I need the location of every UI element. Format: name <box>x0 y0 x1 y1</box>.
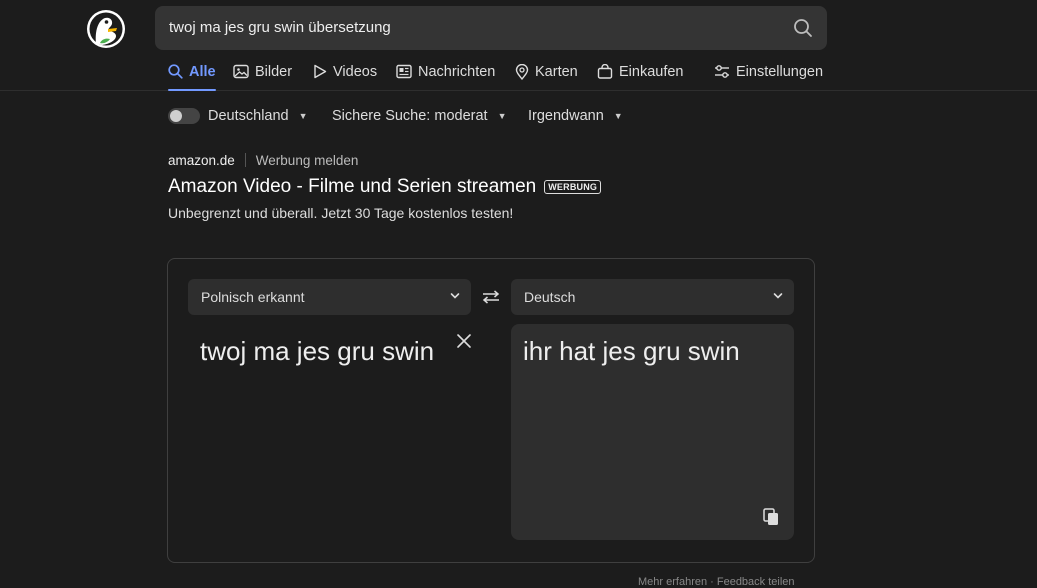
tab-label: Einkaufen <box>619 64 684 80</box>
image-icon <box>233 64 249 79</box>
target-language-select[interactable]: Deutsch <box>511 279 794 315</box>
search-box <box>155 6 827 50</box>
tab-label: Videos <box>333 64 378 80</box>
tab-videos[interactable]: Videos <box>313 56 377 91</box>
duck-logo-icon <box>87 10 125 48</box>
time-filter[interactable]: Irgendwann ▼ <box>528 104 623 128</box>
ad-source[interactable]: amazon.de <box>168 153 235 168</box>
divider <box>244 153 246 167</box>
map-pin-icon <box>515 64 529 80</box>
ad-description: Unbegrenzt und überall. Jetzt 30 Tage ko… <box>168 205 514 221</box>
safe-search-filter[interactable]: Sichere Suche: moderat ▼ <box>332 104 506 128</box>
region-toggle[interactable] <box>168 108 200 124</box>
search-input[interactable] <box>167 6 767 50</box>
close-icon[interactable] <box>456 333 472 349</box>
translation-output-text: ihr hat jes gru swin <box>523 336 740 366</box>
ad-source-row: amazon.de Werbung melden <box>168 150 808 170</box>
tab-label: Nachrichten <box>418 64 496 80</box>
ad-badge: WERBUNG <box>544 180 602 194</box>
source-language-label: Polnisch erkannt <box>201 289 305 305</box>
tab-label: Karten <box>535 64 578 80</box>
tab-images[interactable]: Bilder <box>233 56 292 91</box>
source-text-input[interactable]: twoj ma jes gru swin <box>200 335 440 367</box>
region-filter[interactable]: Deutschland ▼ <box>168 104 308 128</box>
caret-down-icon: ▼ <box>497 111 507 121</box>
tab-label: Alle <box>189 64 216 80</box>
caret-down-icon: ▼ <box>298 111 308 121</box>
source-language-select[interactable]: Polnisch erkannt <box>188 279 471 315</box>
header: Alle Bilder Videos Nachrichte <box>0 0 1037 91</box>
chevron-down-icon <box>773 293 783 299</box>
duckduckgo-logo[interactable] <box>86 9 126 49</box>
time-label: Irgendwann <box>528 108 604 124</box>
tab-settings[interactable]: Einstellungen <box>714 56 823 91</box>
chevron-down-icon <box>450 293 460 299</box>
tab-label: Einstellungen <box>736 64 824 80</box>
caret-down-icon: ▼ <box>613 111 623 121</box>
tab-news[interactable]: Nachrichten <box>396 56 495 91</box>
shopping-bag-icon <box>597 64 613 79</box>
search-tabs: Alle Bilder Videos Nachrichten Karten Ei… <box>168 56 1028 91</box>
ad-result: amazon.de Werbung melden Amazon Video - … <box>168 150 808 221</box>
newspaper-icon <box>396 64 412 79</box>
region-label: Deutschland <box>208 108 289 124</box>
tab-all[interactable]: Alle <box>168 56 216 91</box>
report-ad-link[interactable]: Werbung melden <box>256 153 359 168</box>
footer-note[interactable]: Mehr erfahren · Feedback teilen <box>638 576 795 588</box>
tab-maps[interactable]: Karten <box>515 56 578 91</box>
ad-title: Amazon Video - Filme und Serien streamen <box>168 176 537 197</box>
ad-title-link[interactable]: Amazon Video - Filme und Serien streamen… <box>168 176 808 198</box>
search-filters: Deutschland ▼ Sichere Suche: moderat ▼ I… <box>168 104 668 128</box>
sliders-icon <box>715 65 729 78</box>
copy-icon[interactable] <box>763 508 779 526</box>
search-icon[interactable] <box>793 18 813 38</box>
safe-search-label: Sichere Suche: moderat <box>332 108 488 124</box>
translator-widget: Polnisch erkannt Deutsch twoj ma jes gru… <box>167 258 815 563</box>
tab-label: Bilder <box>255 64 293 80</box>
search-icon <box>168 64 183 79</box>
target-language-label: Deutsch <box>524 289 576 305</box>
play-icon <box>314 64 327 79</box>
swap-languages-icon[interactable] <box>481 289 501 305</box>
tab-shopping[interactable]: Einkaufen <box>597 56 684 91</box>
translation-output-box: ihr hat jes gru swin <box>511 324 794 540</box>
